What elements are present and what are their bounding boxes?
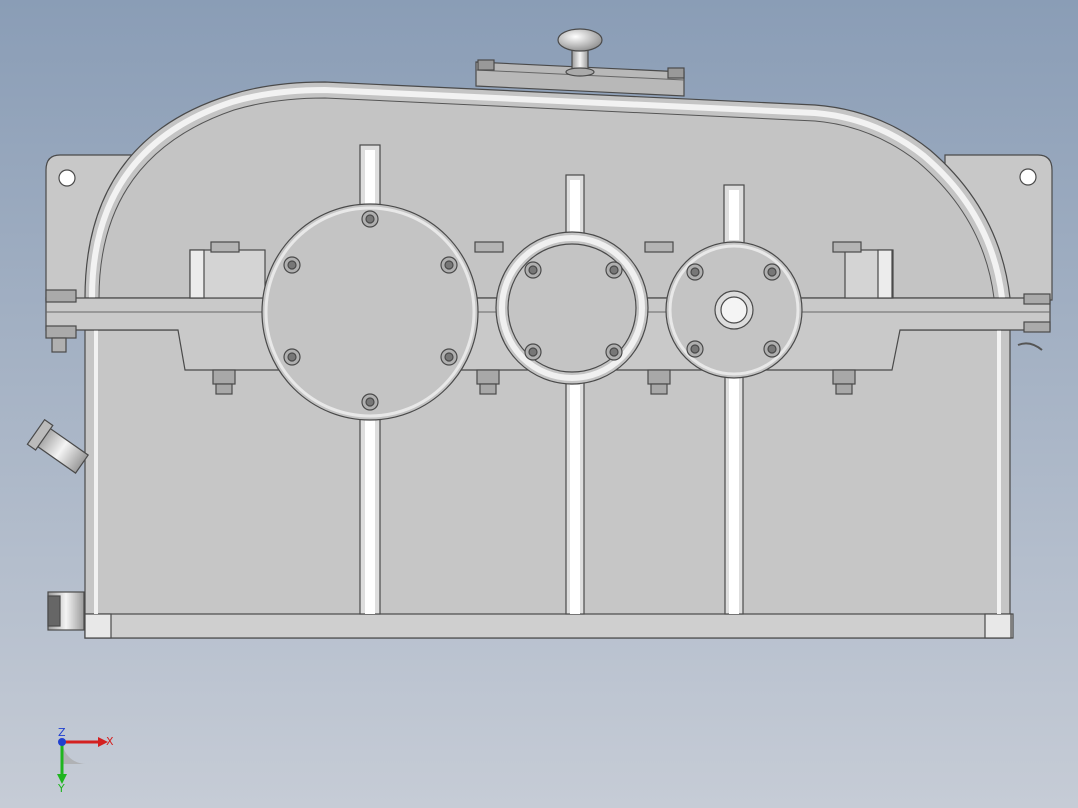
left-ear-hole	[58, 169, 76, 187]
bearing-cover-medium[interactable]	[495, 231, 649, 385]
z-axis-label: Z	[58, 726, 66, 739]
y-axis-label: Y	[57, 782, 65, 792]
gearbox-model[interactable]	[0, 0, 1078, 808]
bearing-cover-small[interactable]	[665, 241, 803, 379]
z-axis-dot	[58, 738, 66, 746]
x-axis-label: X	[106, 735, 114, 748]
right-ear-hole	[1019, 168, 1037, 186]
bearing-cover-large[interactable]	[261, 203, 479, 421]
orientation-triad[interactable]: X Y Z	[40, 722, 120, 792]
drain-plug-icon[interactable]	[47, 591, 85, 631]
cad-viewport[interactable]: X Y Z	[0, 0, 1078, 808]
base-bottom-flange	[84, 613, 1014, 639]
